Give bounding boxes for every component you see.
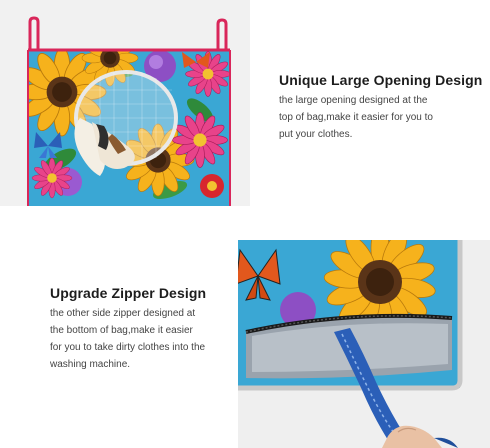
text-line: put your clothes. bbox=[279, 129, 353, 140]
bottom-product-photo bbox=[238, 240, 490, 448]
section-heading-opening: Unique Large Opening Design bbox=[279, 72, 483, 88]
text-line: the bottom of bag,make it easier bbox=[50, 325, 193, 336]
section-text-zipper: the other side zipper designed at the bo… bbox=[50, 305, 205, 373]
laundry-bag-opening-illustration bbox=[27, 16, 231, 206]
section-heading-zipper: Upgrade Zipper Design bbox=[50, 285, 207, 301]
section-text-opening: the large opening designed at the top of… bbox=[279, 92, 433, 143]
top-product-photo bbox=[0, 0, 250, 206]
text-line: the other side zipper designed at bbox=[50, 308, 196, 319]
zipper-closeup-illustration bbox=[238, 240, 490, 448]
text-line: washing machine. bbox=[50, 359, 131, 370]
text-line: the large opening designed at the bbox=[279, 95, 428, 106]
text-line: top of bag,make it easier for you to bbox=[279, 112, 433, 123]
text-line: for you to take dirty clothes into the bbox=[50, 342, 206, 353]
